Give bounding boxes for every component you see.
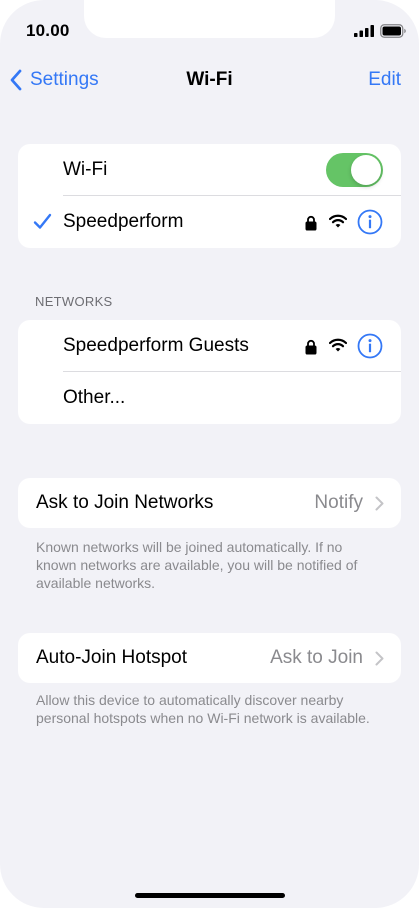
wifi-group: Wi-Fi Speedperform bbox=[18, 144, 401, 248]
home-indicator[interactable] bbox=[135, 893, 285, 898]
auto-join-label: Auto-Join Hotspot bbox=[36, 647, 188, 668]
auto-join-row[interactable]: Auto-Join Hotspot Ask to Join bbox=[18, 633, 401, 683]
auto-join-group: Auto-Join Hotspot Ask to Join bbox=[18, 633, 401, 683]
network-name: Speedperform Guests bbox=[63, 335, 249, 356]
chevron-right-icon bbox=[375, 496, 384, 511]
networks-group: Speedperform Guests Other... bbox=[18, 320, 401, 424]
other-network-row[interactable]: Other... bbox=[18, 372, 401, 424]
status-bar: 10.00 bbox=[0, 0, 419, 56]
connected-network-name: Speedperform bbox=[63, 211, 184, 232]
battery-icon bbox=[380, 24, 406, 38]
ask-to-join-footer: Known networks will be joined automatica… bbox=[36, 539, 358, 591]
wifi-toggle[interactable] bbox=[326, 153, 383, 187]
phone-screen: 10.00 Settings Wi-Fi Edit Wi-Fi Speedper… bbox=[0, 0, 419, 908]
wifi-toggle-row: Wi-Fi bbox=[18, 144, 401, 196]
info-icon[interactable] bbox=[357, 333, 383, 359]
checkmark-icon bbox=[33, 213, 52, 229]
ask-to-join-value: Notify bbox=[314, 492, 363, 513]
networks-header: NETWORKS bbox=[35, 294, 113, 309]
ask-to-join-row[interactable]: Ask to Join Networks Notify bbox=[18, 478, 401, 528]
toggle-knob bbox=[351, 155, 381, 185]
wifi-icon bbox=[329, 338, 347, 352]
auto-join-value: Ask to Join bbox=[270, 647, 363, 668]
chevron-right-icon bbox=[375, 651, 384, 666]
status-time: 10.00 bbox=[26, 21, 70, 40]
edit-button[interactable]: Edit bbox=[368, 69, 401, 91]
wifi-toggle-label: Wi-Fi bbox=[63, 159, 108, 180]
other-network-label: Other... bbox=[63, 387, 126, 408]
ask-to-join-label: Ask to Join Networks bbox=[36, 492, 214, 513]
info-icon[interactable] bbox=[357, 209, 383, 235]
back-button-label: Settings bbox=[30, 69, 99, 90]
lock-icon bbox=[305, 339, 317, 355]
ask-to-join-group: Ask to Join Networks Notify bbox=[18, 478, 401, 528]
connected-network-row[interactable]: Speedperform bbox=[18, 196, 401, 248]
chevron-left-icon bbox=[10, 69, 22, 91]
network-row[interactable]: Speedperform Guests bbox=[18, 320, 401, 372]
lock-icon bbox=[305, 215, 317, 231]
auto-join-footer: Allow this device to automatically disco… bbox=[36, 692, 370, 726]
notch bbox=[84, 0, 335, 38]
signal-icon bbox=[354, 25, 374, 37]
back-button[interactable]: Settings bbox=[8, 66, 99, 94]
wifi-icon bbox=[329, 214, 347, 228]
